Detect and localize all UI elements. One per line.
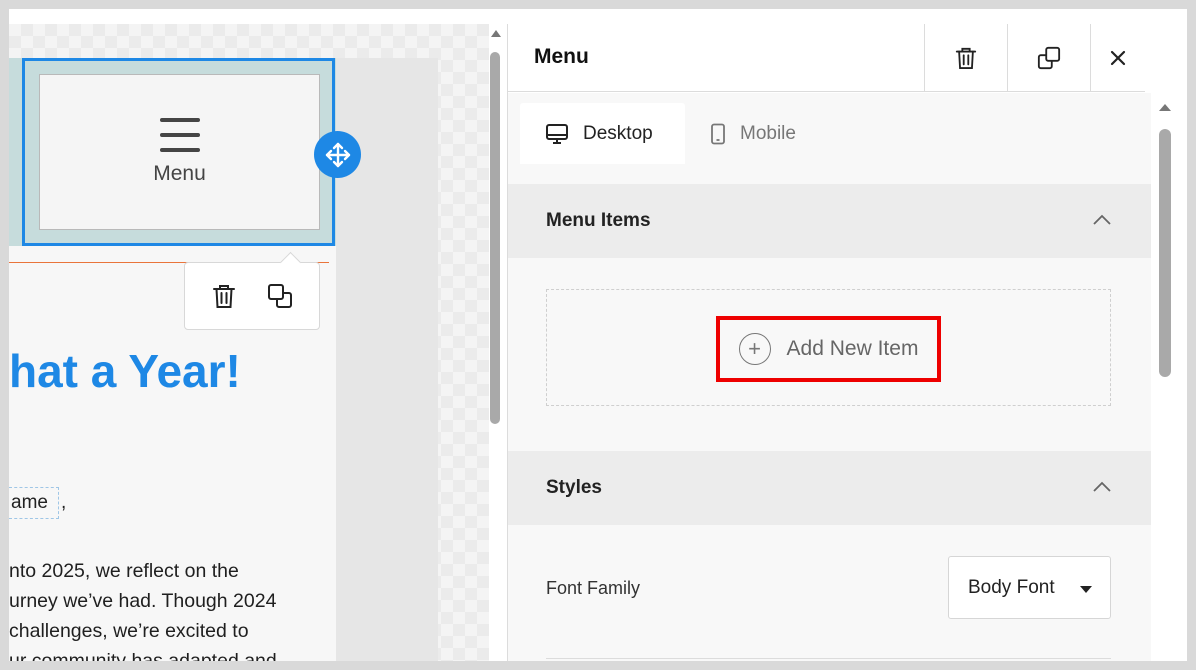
- comma-text: ,: [61, 492, 67, 513]
- tab-mobile[interactable]: Mobile: [710, 103, 796, 164]
- duplicate-icon: [267, 284, 292, 308]
- hamburger-icon: [159, 118, 200, 152]
- paragraph-line: urney we’ve had. Though 2024: [9, 590, 277, 612]
- trash-icon: [955, 47, 977, 69]
- paragraph-line: nto 2025, we reflect on the: [9, 560, 239, 582]
- trash-icon: [213, 285, 236, 308]
- font-family-select[interactable]: Body Font: [948, 556, 1111, 619]
- styles-section-header[interactable]: Styles: [508, 451, 1151, 525]
- close-button[interactable]: [1090, 24, 1145, 91]
- menu-block-label: Menu: [153, 162, 206, 185]
- monitor-icon: [546, 123, 568, 144]
- paragraph-line: ur community has adapted and: [9, 650, 277, 661]
- chevron-up-icon[interactable]: [1093, 481, 1111, 492]
- duplicate-icon: [1037, 46, 1061, 69]
- duplicate-button[interactable]: [1007, 24, 1090, 91]
- scrollbar-thumb[interactable]: [1159, 129, 1171, 377]
- email-headline[interactable]: hat a Year!: [9, 348, 241, 394]
- panel-header: Menu: [508, 24, 1145, 92]
- add-new-item-label: Add New Item: [786, 337, 919, 360]
- delete-button[interactable]: [924, 24, 1007, 91]
- add-new-item-button[interactable]: + Add New Item: [716, 316, 941, 382]
- device-tabs: Desktop Mobile: [520, 103, 1150, 164]
- editor-window: hat a Year! ame , nto 2025, we reflect o…: [9, 9, 1187, 661]
- move-arrows-icon: [325, 142, 350, 167]
- delete-block-button[interactable]: [208, 280, 240, 312]
- phone-icon: [711, 123, 725, 144]
- font-family-value: Body Font: [968, 576, 1055, 598]
- tab-desktop[interactable]: Desktop: [520, 103, 685, 164]
- panel-body: Desktop Mobile Menu Items + Add New Item…: [508, 93, 1151, 661]
- tab-mobile-label: Mobile: [740, 122, 796, 144]
- scroll-up-arrow-icon[interactable]: [491, 30, 501, 37]
- menu-items-dropzone: + Add New Item: [546, 289, 1111, 406]
- plus-circle-icon: +: [738, 333, 771, 365]
- tab-desktop-label: Desktop: [583, 122, 653, 144]
- panel-title: Menu: [534, 45, 589, 68]
- menu-block[interactable]: Menu: [39, 74, 320, 230]
- scroll-up-arrow-icon[interactable]: [1159, 104, 1171, 111]
- menu-items-section-header[interactable]: Menu Items: [508, 184, 1151, 258]
- block-toolbar: [184, 262, 320, 330]
- merge-tag-chip[interactable]: ame: [9, 487, 59, 519]
- move-handle-button[interactable]: [314, 131, 361, 178]
- duplicate-block-button[interactable]: [264, 280, 296, 312]
- font-family-label: Font Family: [546, 578, 641, 598]
- divider: [546, 658, 1111, 659]
- email-canvas[interactable]: hat a Year! ame , nto 2025, we reflect o…: [9, 24, 489, 661]
- caret-down-icon: [1080, 586, 1092, 593]
- close-icon: [1110, 50, 1126, 65]
- properties-panel: Menu Desktop Mobile Menu Items + Add New…: [507, 24, 1187, 661]
- scrollbar-thumb[interactable]: [490, 52, 500, 424]
- canvas-scrollbar[interactable]: [487, 24, 505, 661]
- panel-scrollbar[interactable]: [1154, 93, 1174, 661]
- styles-section-title: Styles: [546, 477, 602, 498]
- paragraph-line: challenges, we’re excited to: [9, 620, 249, 642]
- chevron-up-icon[interactable]: [1093, 214, 1111, 225]
- menu-items-section-title: Menu Items: [546, 210, 651, 231]
- email-paragraph[interactable]: nto 2025, we reflect on the urney we’ve …: [9, 556, 336, 661]
